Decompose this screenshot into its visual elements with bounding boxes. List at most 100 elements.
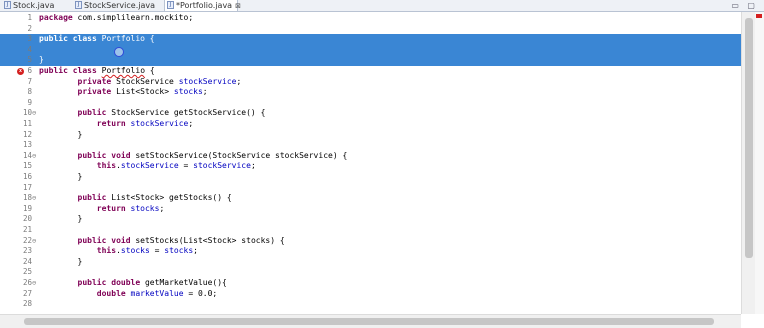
code-line[interactable]: 26 ⊖ public double getMarketValue(){ (0, 278, 741, 289)
code-line[interactable]: 11 return stockService; (0, 119, 741, 130)
line-number: 4 (27, 44, 32, 54)
fold-collapse-icon[interactable]: ⊖ (32, 193, 36, 204)
vertical-scroll-thumb[interactable] (745, 18, 753, 258)
code-line[interactable]: 15 this.stockService = stockService; (0, 161, 741, 172)
line-number: 14 (22, 150, 32, 160)
line-number: 7 (27, 76, 32, 86)
window-controls[interactable]: ▭ ▢ (731, 0, 758, 11)
fold-collapse-icon[interactable]: ⊖ (32, 278, 36, 289)
java-file-icon: J (167, 1, 174, 9)
tab-stock-java[interactable]: J Stock.java (2, 0, 70, 11)
code-line[interactable]: 24 } (0, 257, 741, 268)
code-line[interactable]: 22 ⊖ public void setStocks(List<Stock> st… (0, 236, 741, 247)
code-line[interactable]: 4 (0, 44, 741, 56)
code-line[interactable]: 18 ⊖ public List<Stock> getStocks() { (0, 193, 741, 204)
line-number: 1 (27, 13, 32, 22)
java-file-icon: J (4, 1, 11, 9)
editor-tab-bar: J Stock.java J StockService.java J *Portfol… (0, 0, 764, 12)
code-text: public void setStockService(StockService… (77, 150, 348, 160)
code-line[interactable]: 6 public class Portfolio { x (0, 66, 741, 77)
code-line[interactable]: 13 (0, 140, 741, 151)
code-line[interactable]: 10 ⊖ public StockService getStockService(… (0, 108, 741, 119)
horizontal-scroll-thumb[interactable] (24, 318, 714, 325)
code-text: public StockService getStockService() { (77, 108, 266, 118)
code-line[interactable]: 16 } (0, 172, 741, 183)
code-line[interactable]: 25 (0, 267, 741, 278)
java-file-icon: J (75, 1, 82, 9)
vertical-scrollbar[interactable] (741, 12, 756, 314)
line-number: 23 (22, 246, 32, 256)
line-number: 13 (22, 140, 32, 150)
code-text: } (39, 214, 83, 224)
code-text: public List<Stock> getStocks() { (77, 193, 232, 203)
line-number: 10 (22, 108, 32, 118)
code-text: public void setStocks(List<Stock> stocks… (77, 235, 285, 245)
code-text: double marketValue = 0.0; (96, 288, 218, 298)
code-line[interactable]: 23 this.stocks = stocks; (0, 246, 741, 257)
line-number: 12 (22, 129, 32, 139)
code-line[interactable]: 12 } (0, 130, 741, 141)
tab-label: StockService.java (84, 1, 156, 10)
line-number: 9 (27, 97, 32, 107)
code-line[interactable]: 27 double marketValue = 0.0; (0, 289, 741, 300)
tab-label: Stock.java (13, 1, 55, 10)
line-number: 26 (22, 278, 32, 287)
code-line[interactable]: 17 (0, 183, 741, 194)
code-line[interactable]: 9 (0, 98, 741, 109)
code-text: public class Portfolio { (39, 34, 155, 44)
code-line[interactable]: 2 (0, 24, 741, 35)
line-number: 11 (22, 119, 32, 128)
line-number: 2 (27, 23, 32, 33)
code-text: } (39, 129, 83, 139)
code-editor[interactable]: 1 package com.simplilearn.mockito; 2 3 publi… (0, 12, 741, 314)
code-line[interactable]: 8 private List<Stock> stocks; (0, 87, 741, 98)
line-number: 19 (22, 203, 32, 213)
code-line[interactable]: 7 private StockService stockService; (0, 77, 741, 88)
code-text: private List<Stock> stocks; (77, 87, 208, 97)
line-number: 16 (22, 172, 32, 181)
code-text: return stocks; (96, 203, 165, 213)
tab-portfolio-java[interactable]: J *Portfolio.java ⊠ (164, 0, 241, 11)
close-icon[interactable]: ⊠ (235, 2, 241, 10)
line-number: 15 (22, 161, 32, 171)
line-number: 8 (27, 87, 32, 97)
tab-label: *Portfolio.java (176, 1, 233, 10)
code-line[interactable]: 20 } (0, 214, 741, 225)
line-number: 17 (22, 182, 32, 192)
tab-stockservice-java[interactable]: J StockService.java (73, 0, 161, 11)
error-overview-marker[interactable] (756, 14, 762, 18)
line-number: 6 (27, 66, 32, 75)
line-number: 18 (22, 193, 32, 203)
line-number: 22 (22, 235, 32, 245)
code-text: } (39, 55, 44, 65)
code-line[interactable]: 28 (0, 299, 741, 310)
code-text: } (39, 256, 83, 266)
code-line[interactable]: 3 public class Portfolio { (0, 34, 741, 45)
code-line[interactable]: 21 (0, 225, 741, 236)
code-line[interactable]: 1 package com.simplilearn.mockito; (0, 13, 741, 24)
code-text: } (39, 172, 83, 181)
code-text: package com.simplilearn.mockito; (39, 13, 194, 22)
line-number: 25 (22, 267, 32, 277)
code-line[interactable]: 14 ⊖ public void setStockService(StockSer… (0, 151, 741, 162)
code-text: this.stocks = stocks; (96, 246, 198, 256)
line-number: 3 (27, 34, 32, 44)
fold-collapse-icon[interactable]: ⊖ (32, 151, 36, 162)
line-number: 24 (22, 256, 32, 266)
fold-collapse-icon[interactable]: ⊖ (32, 108, 36, 119)
code-text: return stockService; (96, 119, 194, 128)
code-text: private StockService stockService; (77, 76, 242, 86)
horizontal-scrollbar[interactable] (0, 314, 741, 328)
overview-ruler[interactable] (755, 12, 764, 314)
line-number: 20 (22, 214, 32, 224)
line-number: 21 (22, 225, 32, 234)
code-text: public double getMarketValue(){ (77, 278, 227, 287)
code-line[interactable]: 5} (0, 55, 741, 66)
fold-collapse-icon[interactable]: ⊖ (32, 236, 36, 247)
line-number: 5 (27, 55, 32, 65)
error-marker-icon[interactable]: x (17, 68, 24, 75)
code-text: public class Portfolio { (39, 66, 155, 75)
code-text: this.stockService = stockService; (96, 161, 256, 171)
code-line[interactable]: 19 return stocks; (0, 204, 741, 215)
line-number: 28 (22, 299, 32, 309)
